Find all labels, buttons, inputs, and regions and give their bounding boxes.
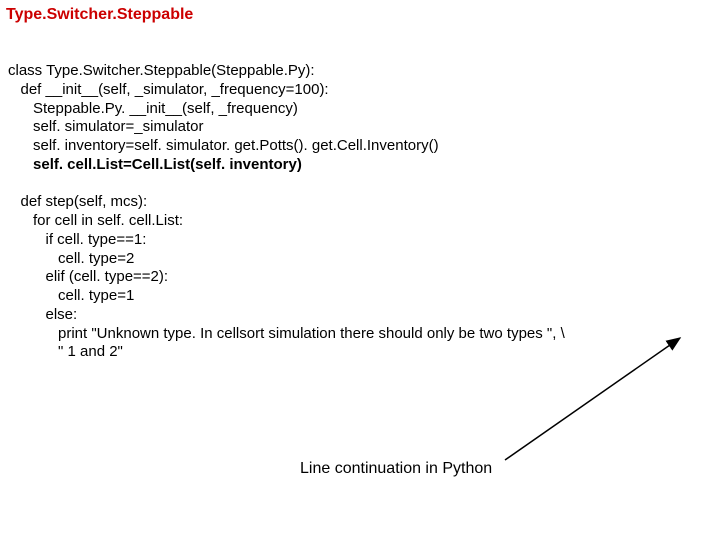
code-line: print "Unknown type. In cellsort simulat… [8, 325, 565, 342]
code-block: class Type.Switcher.Steppable(Steppable.… [8, 62, 565, 362]
code-line: if cell. type==1: [8, 231, 146, 248]
code-line: def step(self, mcs): [8, 193, 147, 210]
code-line: " 1 and 2" [8, 343, 123, 360]
code-line: def __init__(self, _simulator, _frequenc… [8, 81, 329, 98]
caption-text: Line continuation in Python [300, 460, 492, 478]
code-line-bold: self. cell.List=Cell.List(self. inventor… [8, 156, 302, 173]
code-line: for cell in self. cell.List: [8, 212, 183, 229]
code-line: self. simulator=_simulator [8, 118, 203, 135]
code-line: class Type.Switcher.Steppable(Steppable.… [8, 62, 315, 79]
code-line: cell. type=2 [8, 250, 134, 267]
code-line: self. inventory=self. simulator. get.Pot… [8, 137, 439, 154]
code-line: Steppable.Py. __init__(self, _frequency) [8, 100, 298, 117]
code-line: cell. type=1 [8, 287, 134, 304]
code-line: else: [8, 306, 77, 323]
code-line: elif (cell. type==2): [8, 268, 168, 285]
slide-title: Type.Switcher.Steppable [6, 6, 193, 24]
